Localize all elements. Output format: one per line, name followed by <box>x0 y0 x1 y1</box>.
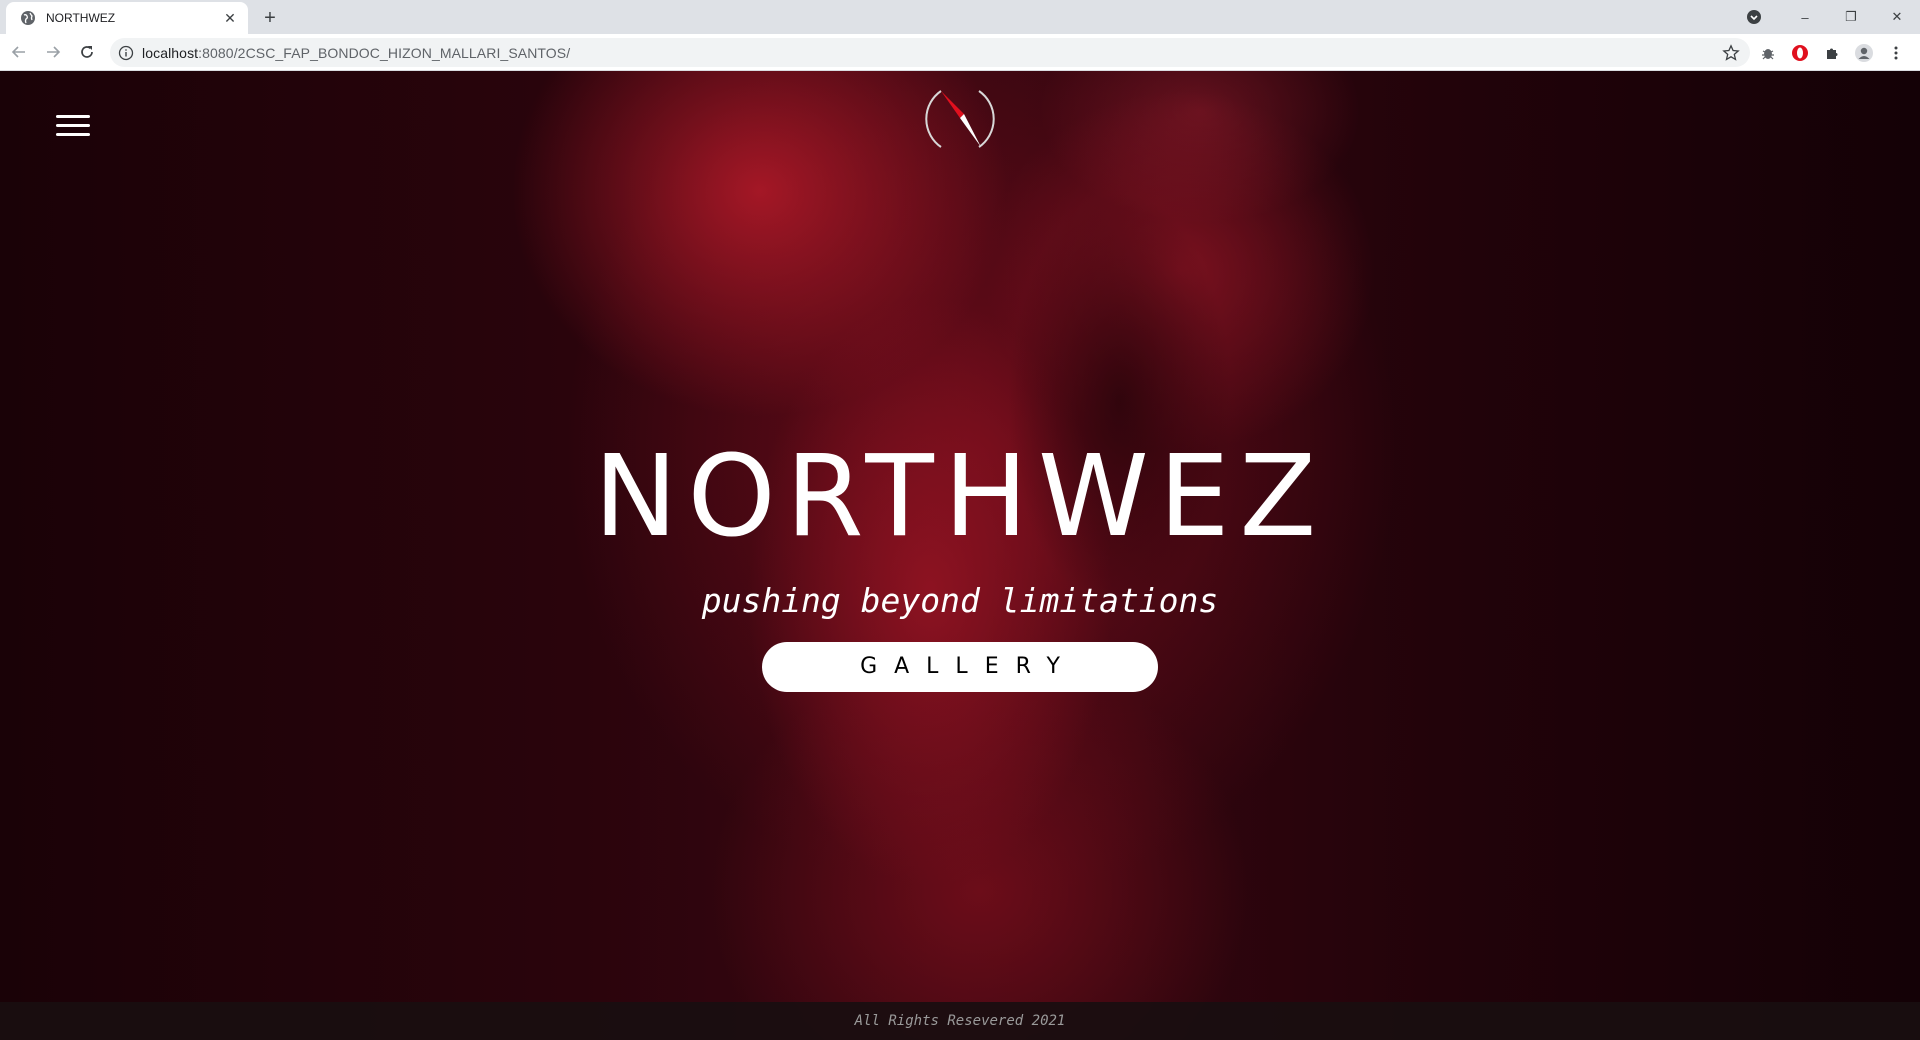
brand-title: NORTHWEZ <box>593 432 1327 562</box>
new-tab-button[interactable]: + <box>258 6 282 30</box>
tab-search-icon[interactable] <box>1744 7 1764 27</box>
extension-opera[interactable] <box>1784 38 1816 67</box>
address-bar[interactable]: localhost:8080/2CSC_FAP_BONDOC_HIZON_MAL… <box>110 38 1750 67</box>
minimize-button[interactable]: – <box>1782 0 1828 34</box>
arrow-left-icon <box>11 46 25 58</box>
extensions-button[interactable] <box>1816 38 1848 67</box>
gallery-button[interactable]: GALLERY <box>762 642 1158 692</box>
browser-tab-strip: NORTHWEZ ✕ + – ❐ ✕ <box>0 0 1920 34</box>
tab-close-icon[interactable]: ✕ <box>222 10 238 26</box>
reload-icon <box>81 46 93 58</box>
arrow-right-icon <box>47 46 61 58</box>
profile-button[interactable] <box>1848 38 1880 67</box>
footer: All Rights Resevered 2021 <box>0 1002 1920 1040</box>
puzzle-icon <box>1827 48 1838 59</box>
profile-avatar-icon <box>1855 43 1873 62</box>
close-window-button[interactable]: ✕ <box>1874 0 1920 34</box>
hero-content: NORTHWEZ pushing beyond limitations GALL… <box>0 441 1920 692</box>
hamburger-menu-icon[interactable] <box>56 115 92 143</box>
bug-icon <box>1762 48 1774 59</box>
info-icon[interactable] <box>118 45 134 61</box>
url-text[interactable]: localhost:8080/2CSC_FAP_BONDOC_HIZON_MAL… <box>142 45 570 61</box>
forward-button[interactable] <box>38 37 68 67</box>
tagline: pushing beyond limitations <box>701 581 1219 620</box>
extension-bug[interactable] <box>1752 38 1784 67</box>
compass-logo-icon[interactable] <box>917 85 1003 153</box>
browser-toolbar: localhost:8080/2CSC_FAP_BONDOC_HIZON_MAL… <box>0 34 1920 71</box>
hero-section: NORTHWEZ pushing beyond limitations GALL… <box>0 71 1920 1040</box>
back-button[interactable] <box>4 37 34 67</box>
reload-button[interactable] <box>72 37 102 67</box>
globe-icon <box>21 11 35 25</box>
browser-menu-button[interactable] <box>1880 38 1912 67</box>
url-host: localhost <box>142 44 199 61</box>
browser-tab[interactable]: NORTHWEZ ✕ <box>6 2 248 34</box>
restore-button[interactable]: ❐ <box>1828 0 1874 34</box>
extensions-area <box>1752 38 1912 67</box>
opera-icon <box>1792 44 1808 61</box>
url-path: :8080/2CSC_FAP_BONDOC_HIZON_MALLARI_SANT… <box>198 44 571 61</box>
footer-copyright: All Rights Resevered 2021 <box>854 1013 1066 1029</box>
bookmark-star-icon[interactable] <box>1722 44 1740 62</box>
window-controls: – ❐ ✕ <box>1744 0 1920 34</box>
tab-title: NORTHWEZ <box>46 11 116 25</box>
more-vertical-icon <box>1894 46 1898 59</box>
